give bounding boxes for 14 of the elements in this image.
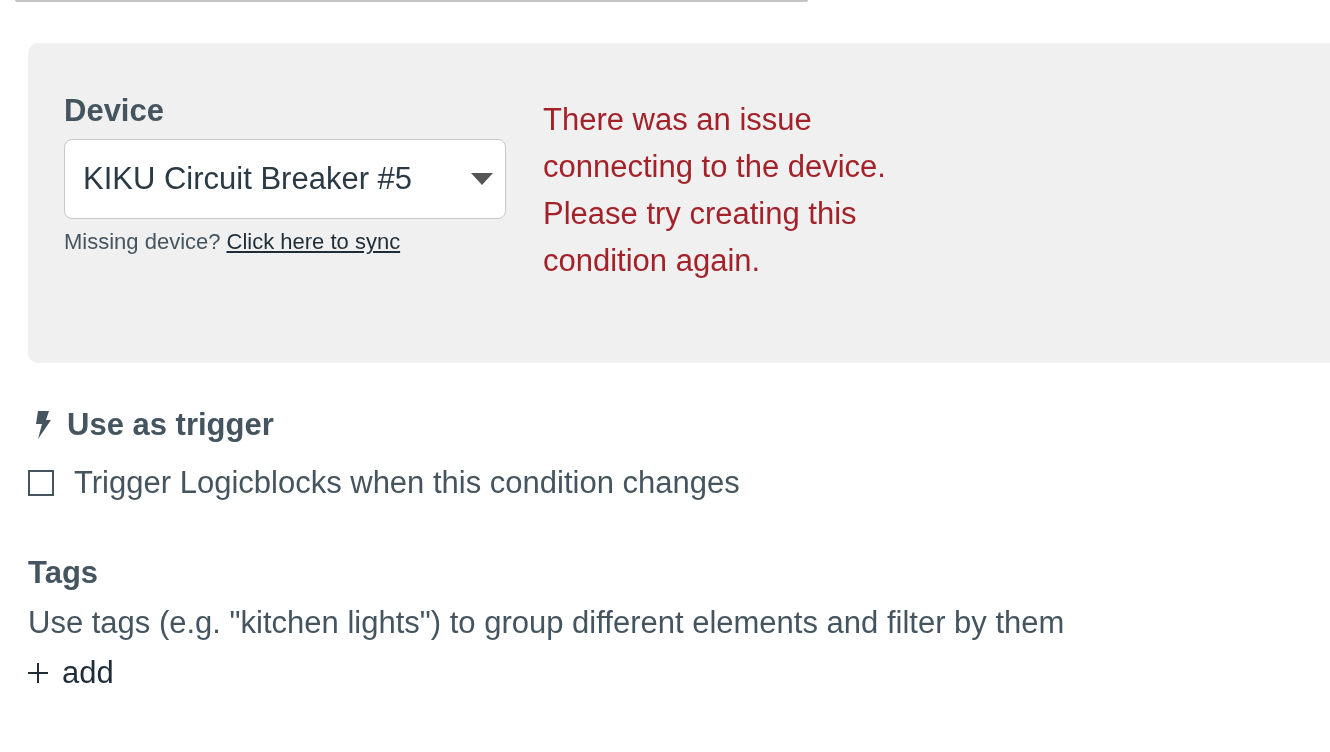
checkbox-label: Trigger Logicblocks when this condition changes bbox=[74, 465, 740, 501]
device-label: Device bbox=[64, 92, 165, 130]
lightning-icon bbox=[35, 411, 51, 439]
error-message: There was an issue connecting to the device. Please try creating this condition again. bbox=[543, 101, 887, 280]
plus-icon bbox=[28, 663, 48, 683]
sync-link[interactable]: Click here to sync bbox=[226, 229, 401, 255]
hint-text: Missing device? bbox=[64, 229, 221, 255]
caret-icon bbox=[471, 173, 493, 185]
tags-heading: Tags bbox=[28, 555, 100, 591]
device-select[interactable]: KIKU Circuit Breaker #5 bbox=[64, 139, 506, 219]
tags-description: Use tags (e.g. "kitchen lights") to group different elements and filter by them bbox=[28, 605, 1066, 641]
trigger-checkbox[interactable] bbox=[28, 470, 54, 496]
add-tag-button[interactable]: add bbox=[28, 655, 114, 691]
trigger-heading: Use as trigger bbox=[67, 407, 274, 443]
